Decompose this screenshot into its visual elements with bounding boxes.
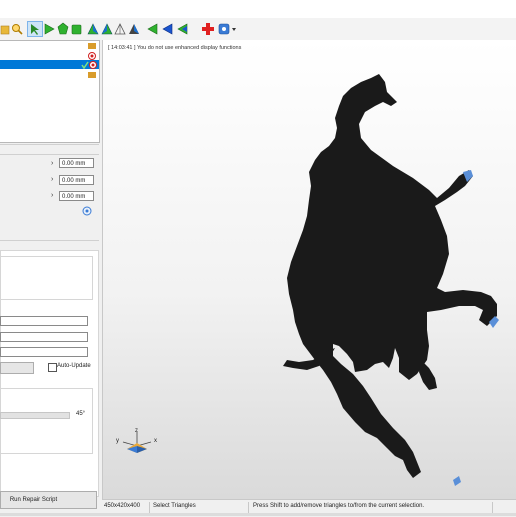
section-divider	[0, 154, 99, 155]
cube-select-icon[interactable]	[70, 22, 84, 36]
status-divider	[492, 502, 493, 513]
run-repair-script-button[interactable]: Run Repair Script	[0, 491, 97, 509]
search-icon[interactable]	[10, 22, 24, 36]
position-y-field[interactable]: 0.00 mm	[59, 175, 94, 185]
window-top-strip	[0, 0, 516, 18]
view-edge-icon[interactable]	[127, 22, 141, 36]
view-wireframe-icon[interactable]	[113, 22, 127, 36]
folder-small-icon	[88, 43, 96, 49]
position-x-field[interactable]: 0.00 mm	[59, 158, 94, 168]
3d-viewport[interactable]: [ 14:03:41 ] You do not use enhanced dis…	[102, 40, 516, 499]
arrow-blue-icon[interactable]	[161, 22, 175, 36]
auto-update-checkbox[interactable]	[48, 363, 57, 372]
triangle-select-icon[interactable]	[42, 22, 56, 36]
text-input[interactable]	[0, 347, 88, 357]
chevron-right-icon[interactable]: ›	[51, 192, 53, 199]
left-panel: › 0.00 mm › 0.00 mm › 0.00 mm Auto-Updat…	[0, 40, 102, 516]
reset-circle-icon[interactable]	[82, 206, 92, 216]
status-mode: Select Triangles	[153, 503, 196, 509]
section-divider	[0, 240, 99, 241]
main-toolbar	[0, 18, 516, 40]
checkmark-icon	[81, 61, 89, 69]
status-dimensions: 450x420x400	[104, 503, 141, 509]
text-input[interactable]	[0, 316, 88, 326]
help-gear-icon[interactable]	[218, 22, 238, 36]
tree-item-selected[interactable]	[0, 60, 99, 69]
status-divider	[248, 502, 249, 513]
tree-item[interactable]	[0, 70, 99, 79]
folder-small-icon	[88, 72, 96, 78]
chevron-right-icon[interactable]: ›	[51, 176, 53, 183]
axis-z-label: z	[135, 428, 138, 434]
view-back-icon[interactable]	[100, 22, 114, 36]
text-input[interactable]	[0, 332, 88, 342]
part-tree	[0, 40, 100, 143]
arrow-left-icon[interactable]	[146, 22, 160, 36]
angle-box	[0, 388, 93, 454]
view-front-icon[interactable]	[86, 22, 100, 36]
polygon-select-icon[interactable]	[56, 22, 70, 36]
remove-circle-icon[interactable]	[88, 52, 96, 60]
tree-item[interactable]	[0, 41, 99, 50]
add-red-cross-icon[interactable]	[201, 22, 215, 36]
axis-x-label: x	[154, 438, 157, 444]
auto-update-label: Auto-Update	[57, 363, 91, 369]
status-divider	[149, 502, 150, 513]
select-pointer-icon[interactable]	[27, 21, 43, 37]
angle-value: 45°	[76, 411, 86, 417]
arrow-green-icon[interactable]	[176, 22, 190, 36]
dog-model[interactable]	[103, 40, 516, 499]
angle-slider[interactable]	[0, 412, 70, 419]
remove-circle-icon[interactable]	[89, 61, 97, 69]
chevron-right-icon[interactable]: ›	[51, 160, 53, 167]
axis-y-label: y	[116, 438, 119, 444]
section-divider	[0, 144, 99, 145]
position-z-field[interactable]: 0.00 mm	[59, 191, 94, 201]
status-hint: Press Shift to add/remove triangles to/f…	[253, 503, 425, 509]
update-button[interactable]	[0, 362, 34, 374]
tree-item[interactable]	[0, 51, 99, 60]
info-box	[0, 256, 93, 300]
